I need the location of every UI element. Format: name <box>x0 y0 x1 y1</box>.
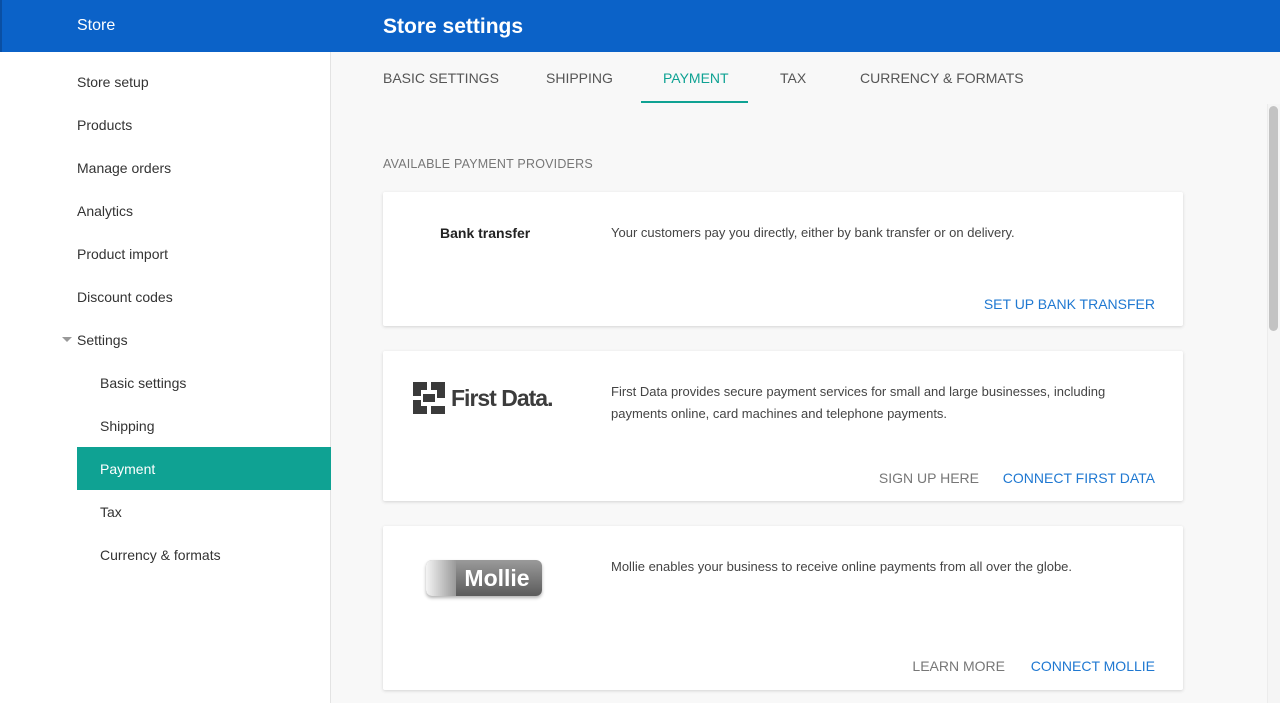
sidebar-item-product-import[interactable]: Product import <box>77 232 331 275</box>
sidebar-subitem-shipping[interactable]: Shipping <box>77 404 331 447</box>
provider-card-mollie: Mollie Mollie enables your business to r… <box>383 526 1183 690</box>
provider-description: First Data provides secure payment servi… <box>611 384 1106 421</box>
sidebar-item-settings[interactable]: Settings <box>62 318 331 361</box>
store-brand[interactable]: Store <box>77 17 115 35</box>
sidebar-item-settings-label: Settings <box>77 331 128 348</box>
top-bar-edge <box>0 0 2 52</box>
first-data-mark-icon <box>413 382 445 414</box>
sidebar-subitem-payment[interactable]: Payment <box>77 447 331 490</box>
active-tab-indicator <box>641 101 748 103</box>
connect-first-data-button[interactable]: CONNECT FIRST DATA <box>1003 470 1155 486</box>
tab-shipping[interactable]: SHIPPING <box>546 52 613 104</box>
provider-description: Mollie enables your business to receive … <box>611 559 1073 574</box>
mollie-logo: Mollie <box>426 560 542 596</box>
sidebar-item-manage-orders[interactable]: Manage orders <box>77 146 331 189</box>
caret-down-icon <box>62 337 72 342</box>
sidebar-subitem-tax[interactable]: Tax <box>77 490 331 533</box>
tab-currency-formats[interactable]: CURRENCY & FORMATS <box>860 52 1024 104</box>
scrollbar-thumb[interactable] <box>1269 106 1278 331</box>
sidebar-subitem-currency-formats[interactable]: Currency & formats <box>77 533 331 576</box>
sidebar-item-discount-codes[interactable]: Discount codes <box>77 275 331 318</box>
connect-mollie-button[interactable]: CONNECT MOLLIE <box>1031 658 1155 674</box>
tab-tax[interactable]: TAX <box>780 52 806 104</box>
provider-description: Your customers pay you directly, either … <box>611 225 1015 240</box>
setup-bank-transfer-button[interactable]: SET UP BANK TRANSFER <box>984 296 1155 312</box>
tab-basic-settings[interactable]: BASIC SETTINGS <box>383 52 499 104</box>
mollie-logo-text: Mollie <box>464 564 530 591</box>
first-data-logo: First Data. <box>413 380 553 416</box>
sidebar: Store setup Products Manage orders Analy… <box>0 52 331 703</box>
learn-more-button[interactable]: LEARN MORE <box>912 658 1005 674</box>
page-title: Store settings <box>383 15 524 38</box>
sign-up-here-button[interactable]: SIGN UP HERE <box>879 470 979 486</box>
provider-card-bank-transfer: Bank transfer Your customers pay you dir… <box>383 192 1183 326</box>
tab-payment[interactable]: PAYMENT <box>663 52 729 104</box>
first-data-logo-text: First Data. <box>451 384 553 411</box>
sidebar-item-store-setup[interactable]: Store setup <box>77 60 331 103</box>
sidebar-subitem-basic-settings[interactable]: Basic settings <box>77 361 331 404</box>
sidebar-item-analytics[interactable]: Analytics <box>77 189 331 232</box>
section-label: AVAILABLE PAYMENT PROVIDERS <box>383 157 593 171</box>
provider-card-first-data: First Data. First Data provides secure p… <box>383 351 1183 501</box>
sidebar-item-products[interactable]: Products <box>77 103 331 146</box>
provider-name: Bank transfer <box>440 225 531 241</box>
top-bar: Store Store settings <box>0 0 1280 52</box>
